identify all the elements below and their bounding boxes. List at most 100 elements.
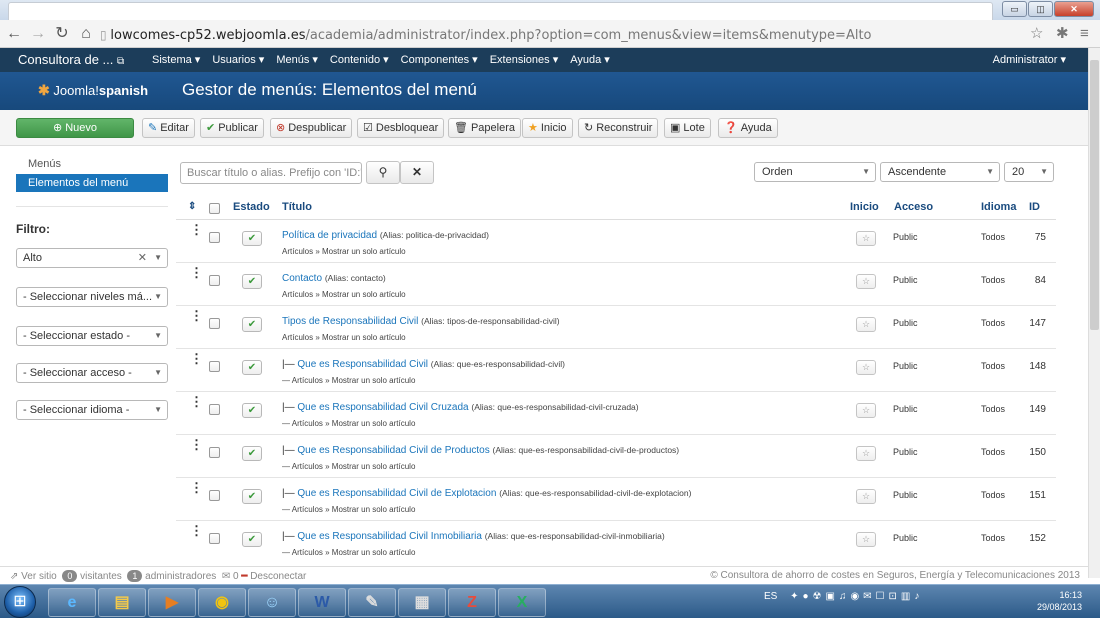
- published-check-icon[interactable]: ✔: [242, 532, 262, 547]
- drag-handle-icon[interactable]: ⋮: [190, 223, 203, 236]
- title-link[interactable]: Que es Responsabilidad Civil: [297, 359, 428, 370]
- order-select[interactable]: Orden ▼: [754, 162, 876, 182]
- lote-button[interactable]: ▣ Lote: [664, 118, 711, 138]
- back-icon[interactable]: ←: [4, 24, 24, 44]
- taskbar-calculator-icon[interactable]: ▦: [398, 588, 446, 617]
- table-row[interactable]: ⋮ ✔ Contacto (Alias: contacto) Artículos…: [176, 263, 1056, 306]
- select-all-checkbox[interactable]: [209, 203, 220, 214]
- home-icon[interactable]: ⌂: [76, 24, 96, 44]
- search-input[interactable]: Buscar título o alias. Prefijo con 'ID:': [180, 162, 362, 184]
- site-name-link[interactable]: Consultora de ... ⧉: [18, 52, 124, 67]
- filter-language-select[interactable]: - Seleccionar idioma - ▼: [16, 400, 168, 420]
- column-titulo[interactable]: Título: [282, 201, 312, 213]
- row-checkbox[interactable]: [209, 533, 220, 544]
- drag-handle-icon[interactable]: ⋮: [190, 481, 203, 494]
- home-star-icon[interactable]: ☆: [856, 532, 876, 547]
- menu-sistema[interactable]: Sistema ▾: [146, 48, 206, 72]
- home-star-icon[interactable]: ☆: [856, 360, 876, 375]
- drag-handle-icon[interactable]: ⋮: [190, 352, 203, 365]
- limit-select[interactable]: 20 ▼: [1004, 162, 1054, 182]
- reconstruir-button[interactable]: ↻ Reconstruir: [578, 118, 659, 138]
- table-row[interactable]: ⋮ ✔ |— Que es Responsabilidad Civil de P…: [176, 435, 1056, 478]
- page-scrollbar[interactable]: [1088, 48, 1100, 578]
- home-star-icon[interactable]: ☆: [856, 231, 876, 246]
- home-star-icon[interactable]: ☆: [856, 403, 876, 418]
- editar-button[interactable]: ✎ Editar: [142, 118, 195, 138]
- search-button[interactable]: ⚲: [366, 161, 400, 184]
- logout-link[interactable]: Desconectar: [250, 571, 306, 582]
- filter-levels-select[interactable]: - Seleccionar niveles má... ▼: [16, 287, 168, 307]
- title-link[interactable]: Que es Responsabilidad Civil Cruzada: [297, 402, 468, 413]
- language-indicator[interactable]: ES: [764, 591, 777, 602]
- sidebar-item-menus[interactable]: Menús: [28, 158, 61, 170]
- inicio-button[interactable]: ★ Inicio: [522, 118, 573, 138]
- taskbar-filezilla-icon[interactable]: Z: [448, 588, 496, 617]
- taskbar-paint-icon[interactable]: ✎: [348, 588, 396, 617]
- published-check-icon[interactable]: ✔: [242, 403, 262, 418]
- extension-icon[interactable]: ✱: [1056, 24, 1069, 44]
- menu-menus[interactable]: Menús ▾: [270, 48, 324, 72]
- forward-icon[interactable]: →: [28, 24, 48, 44]
- taskbar-excel-icon[interactable]: X: [498, 588, 546, 617]
- address-bar[interactable]: ▯ lowcomes-cp52.webjoomla.es/academia/ad…: [100, 25, 1020, 45]
- taskbar-media-icon[interactable]: ▶: [148, 588, 196, 617]
- taskbar-word-icon[interactable]: W: [298, 588, 346, 617]
- user-menu[interactable]: Administrator ▾: [993, 48, 1066, 72]
- menu-extensiones[interactable]: Extensiones ▾: [484, 48, 565, 72]
- table-row[interactable]: ⋮ ✔ |— Que es Responsabilidad Civil de E…: [176, 478, 1056, 521]
- column-estado[interactable]: Estado: [233, 201, 270, 213]
- taskbar-ie-icon[interactable]: e: [48, 588, 96, 617]
- view-site-link[interactable]: ⇗ Ver sitio: [10, 571, 57, 582]
- reload-icon[interactable]: ↻: [52, 24, 72, 44]
- menu-ayuda[interactable]: Ayuda ▾: [564, 48, 616, 72]
- title-link[interactable]: Tipos de Responsabilidad Civil: [282, 316, 418, 327]
- taskbar-chrome-icon[interactable]: ◉: [198, 588, 246, 617]
- row-checkbox[interactable]: [209, 490, 220, 501]
- title-link[interactable]: Contacto: [282, 273, 322, 284]
- menu-contenido[interactable]: Contenido ▾: [324, 48, 395, 72]
- title-link[interactable]: Que es Responsabilidad Civil Inmobiliari…: [297, 531, 482, 542]
- table-row[interactable]: ⋮ ✔ Política de privacidad (Alias: polit…: [176, 220, 1056, 263]
- maximize-button[interactable]: ◫: [1028, 1, 1053, 17]
- title-link[interactable]: Política de privacidad: [282, 230, 377, 241]
- column-inicio[interactable]: Inicio: [850, 201, 879, 213]
- clear-search-button[interactable]: ✕: [400, 161, 434, 184]
- publicar-button[interactable]: ✔ Publicar: [200, 118, 264, 138]
- nuevo-button[interactable]: ⊕ Nuevo: [16, 118, 134, 138]
- joomla-logo[interactable]: ✱ Joomla!spanish: [38, 82, 148, 99]
- menu-componentes[interactable]: Componentes ▾: [395, 48, 484, 72]
- row-checkbox[interactable]: [209, 361, 220, 372]
- table-row[interactable]: ⋮ ✔ Tipos de Responsabilidad Civil (Alia…: [176, 306, 1056, 349]
- papelera-button[interactable]: 🗑 Papelera: [448, 118, 522, 138]
- filter-state-select[interactable]: - Seleccionar estado - ▼: [16, 326, 168, 346]
- table-row[interactable]: ⋮ ✔ |— Que es Responsabilidad Civil (Ali…: [176, 349, 1056, 392]
- sort-icon[interactable]: ⇕: [188, 201, 196, 212]
- close-window-button[interactable]: ✕: [1054, 1, 1094, 17]
- filter-access-select[interactable]: - Seleccionar acceso - ▼: [16, 363, 168, 383]
- column-id[interactable]: ID: [1029, 201, 1040, 213]
- start-button[interactable]: ⊞: [4, 586, 36, 618]
- filter-menu-select[interactable]: Alto ✕ ▼: [16, 248, 168, 268]
- taskbar-people-icon[interactable]: ☺: [248, 588, 296, 617]
- drag-handle-icon[interactable]: ⋮: [190, 309, 203, 322]
- row-checkbox[interactable]: [209, 318, 220, 329]
- row-checkbox[interactable]: [209, 232, 220, 243]
- home-star-icon[interactable]: ☆: [856, 317, 876, 332]
- bookmark-star-icon[interactable]: ☆: [1030, 24, 1043, 44]
- clear-icon[interactable]: ✕: [138, 249, 147, 267]
- drag-handle-icon[interactable]: ⋮: [190, 524, 203, 537]
- system-clock[interactable]: 16:13 29/08/2013: [1037, 589, 1082, 613]
- drag-handle-icon[interactable]: ⋮: [190, 266, 203, 279]
- column-acceso[interactable]: Acceso: [894, 201, 933, 213]
- title-link[interactable]: Que es Responsabilidad Civil de Producto…: [297, 445, 489, 456]
- title-link[interactable]: Que es Responsabilidad Civil de Explotac…: [297, 488, 496, 499]
- published-check-icon[interactable]: ✔: [242, 274, 262, 289]
- desbloquear-button[interactable]: ☑ Desbloquear: [357, 118, 445, 138]
- tray-icons[interactable]: ✦●☢▣♫◉✉☐⊡▥♪: [790, 591, 923, 602]
- scrollbar-thumb[interactable]: [1090, 60, 1099, 330]
- ayuda-button[interactable]: ❓ Ayuda: [718, 118, 778, 138]
- published-check-icon[interactable]: ✔: [242, 489, 262, 504]
- published-check-icon[interactable]: ✔: [242, 360, 262, 375]
- row-checkbox[interactable]: [209, 447, 220, 458]
- despublicar-button[interactable]: ⊗ Despublicar: [270, 118, 353, 138]
